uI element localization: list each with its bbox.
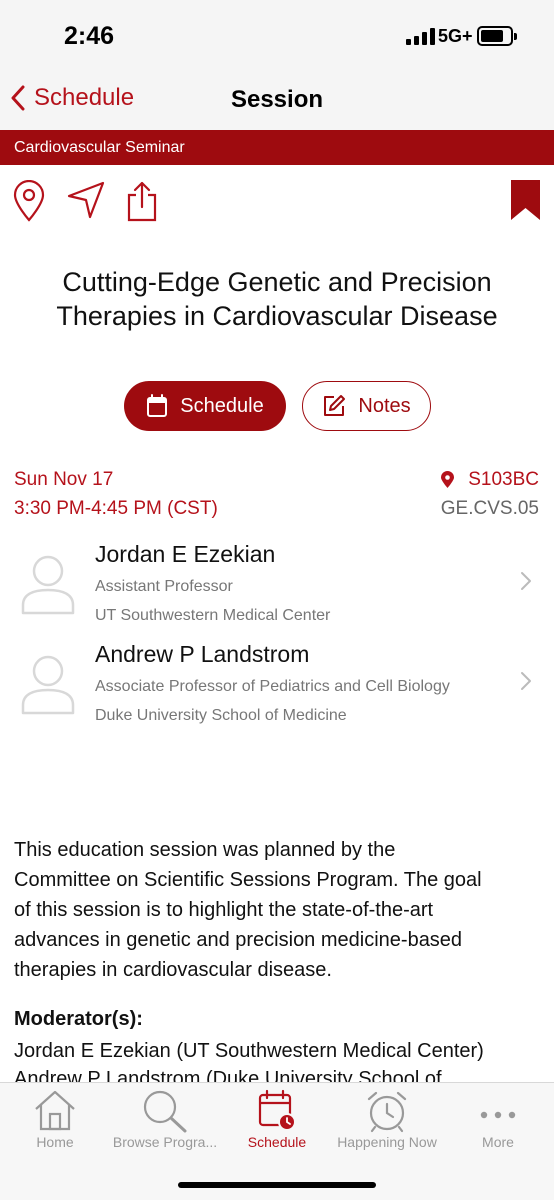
alarm-clock-icon — [367, 1091, 407, 1133]
speaker-organization: UT Southwestern Medical Center — [95, 607, 331, 624]
session-code: GE.CVS.05 — [440, 498, 539, 519]
map-pin-icon[interactable] — [12, 180, 46, 222]
moderator-line: Jordan E Ezekian (UT Southwestern Medica… — [14, 1040, 484, 1062]
calendar-icon — [147, 394, 168, 417]
speaker-role: Assistant Professor — [95, 578, 233, 595]
tab-label: Happening Now — [337, 1134, 437, 1150]
chevron-right-icon — [521, 672, 531, 690]
speaker-row[interactable]: Andrew P Landstrom Associate Professor o… — [0, 641, 554, 731]
edit-note-icon — [324, 395, 346, 416]
tab-label: Home — [36, 1134, 74, 1150]
navigation-bar: Schedule Session — [0, 70, 554, 130]
bookmark-icon[interactable] — [510, 180, 541, 220]
speaker-role: Associate Professor of Pediatrics and Ce… — [95, 678, 450, 695]
search-icon — [143, 1090, 187, 1133]
session-title-line: Cutting-Edge Genetic and Precision — [62, 267, 492, 297]
room-label: S103BC — [468, 469, 539, 490]
tab-label: Schedule — [247, 1134, 307, 1150]
description-line: therapies in cardiovascular disease. — [14, 959, 332, 981]
speaker-name: Jordan E Ezekian — [95, 541, 276, 567]
session-title: Cutting-Edge Genetic and Precision Thera… — [20, 265, 534, 333]
session-location: S103BC GE.CVS.05 — [441, 465, 539, 523]
share-icon[interactable] — [126, 180, 158, 222]
calendar-clock-icon — [258, 1089, 296, 1131]
schedule-button[interactable]: Schedule — [124, 381, 286, 431]
moderators-heading: Moderator(s): — [14, 1008, 143, 1030]
description-line: advances in genetic and precision medici… — [14, 929, 463, 951]
avatar-placeholder-icon — [21, 655, 75, 715]
schedule-button-label: Schedule — [180, 394, 264, 417]
track-banner: Cardiovascular Seminar — [0, 130, 554, 165]
signal-icon — [406, 28, 435, 45]
tab-label: More — [482, 1134, 514, 1150]
location-pin-icon — [441, 471, 455, 488]
tab-home[interactable]: Home — [0, 1083, 110, 1153]
speaker-row[interactable]: Jordan E Ezekian Assistant Professor UT … — [0, 541, 554, 631]
avatar-placeholder-icon — [21, 555, 75, 615]
notes-button-label: Notes — [358, 394, 411, 417]
tab-label: Browse Progra... — [112, 1134, 218, 1150]
battery-icon — [477, 26, 517, 46]
status-bar: 2:46 5G+ — [0, 0, 554, 70]
tab-schedule[interactable]: Schedule — [222, 1083, 332, 1153]
tab-browse-program[interactable]: Browse Progra... — [110, 1083, 220, 1153]
network-label: 5G+ — [438, 26, 473, 46]
session-title-line: Therapies in Cardiovascular Disease — [56, 301, 498, 331]
description-line: This education session was planned by th… — [14, 839, 396, 861]
chevron-right-icon — [521, 572, 531, 590]
notes-button[interactable]: Notes — [302, 381, 431, 431]
status-time: 2:46 — [64, 22, 115, 50]
home-icon — [35, 1090, 75, 1131]
description-line: of this session is to highlight the stat… — [14, 899, 434, 921]
speaker-name: Andrew P Landstrom — [95, 641, 310, 667]
home-indicator[interactable] — [178, 1182, 376, 1188]
session-date: Sun Nov 17 — [14, 469, 114, 490]
tab-happening-now[interactable]: Happening Now — [332, 1083, 442, 1153]
session-buttons: Schedule Notes — [0, 381, 554, 431]
speaker-organization: Duke University School of Medicine — [95, 707, 347, 724]
send-icon[interactable] — [66, 180, 106, 220]
session-description: This education session was planned by th… — [14, 835, 534, 985]
more-dots-icon — [480, 1111, 516, 1119]
tab-more[interactable]: More — [443, 1083, 553, 1153]
description-line: Committee on Scientific Sessions Program… — [14, 869, 482, 891]
room-link[interactable]: S103BC — [441, 465, 539, 494]
session-time: 3:30 PM-4:45 PM (CST) — [14, 498, 218, 519]
page-title: Session — [230, 86, 324, 113]
action-toolbar — [0, 180, 554, 224]
session-datetime: Sun Nov 17 3:30 PM-4:45 PM (CST) — [14, 465, 218, 523]
